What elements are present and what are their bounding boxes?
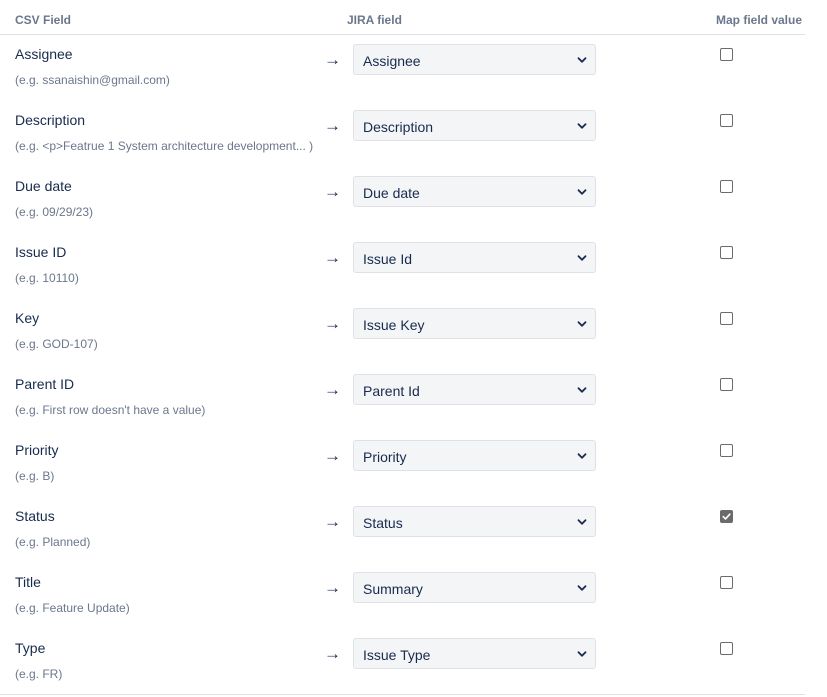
jira-field-select[interactable]: Priority [353, 440, 596, 471]
chevron-down-icon [577, 585, 587, 591]
mapping-row: Key (e.g. GOD-107) → Issue Key [0, 300, 805, 366]
jira-field-select[interactable]: Summary [353, 572, 596, 603]
checkmark-icon [722, 513, 731, 520]
csv-field-example: (e.g. GOD-107) [15, 337, 98, 351]
csv-field-name: Description [15, 112, 86, 128]
chevron-down-icon [577, 57, 587, 63]
right-arrow-icon: → [324, 380, 341, 399]
csv-field-example: (e.g. FR) [15, 667, 63, 681]
jira-field-selected-value: Parent Id [363, 383, 420, 399]
mapping-row: Status (e.g. Planned) → Status [0, 498, 805, 564]
jira-field-select[interactable]: Parent Id [353, 374, 596, 405]
jira-field-select[interactable]: Issue Key [353, 308, 596, 339]
jira-field-selected-value: Issue Id [363, 251, 413, 267]
map-field-value-checkbox[interactable] [720, 180, 733, 193]
jira-field-select[interactable]: Assignee [353, 44, 596, 75]
table-header: CSV Field JIRA field Map field value [0, 0, 805, 35]
csv-field-name: Due date [15, 178, 72, 194]
right-arrow-icon: → [324, 116, 341, 135]
jira-field-select[interactable]: Status [353, 506, 596, 537]
csv-field-name: Assignee [15, 46, 73, 62]
chevron-down-icon [577, 123, 587, 129]
csv-field-example: (e.g. Feature Update) [15, 601, 130, 615]
csv-field-name: Title [15, 574, 41, 590]
chevron-down-icon [577, 189, 587, 195]
csv-field-example: (e.g. B) [15, 469, 55, 483]
jira-field-selected-value: Summary [363, 581, 423, 597]
chevron-down-icon [577, 453, 587, 459]
csv-field-example: (e.g. 09/29/23) [15, 205, 94, 219]
jira-field-selected-value: Due date [363, 185, 420, 201]
right-arrow-icon: → [324, 314, 341, 333]
csv-field-name: Priority [15, 442, 59, 458]
mapping-row: Type (e.g. FR) → Issue Type [0, 630, 805, 696]
mapping-row: Parent ID (e.g. First row doesn't have a … [0, 366, 805, 432]
map-field-value-checkbox[interactable] [720, 642, 733, 655]
mapping-row: Issue ID (e.g. 10110) → Issue Id [0, 234, 805, 300]
csv-field-example: (e.g. <p>Featrue 1 System architecture d… [15, 139, 314, 153]
csv-field-name: Status [15, 508, 55, 524]
map-field-value-checkbox[interactable] [720, 378, 733, 391]
map-field-value-checkbox[interactable] [720, 576, 733, 589]
right-arrow-icon: → [324, 512, 341, 531]
map-field-value-checkbox[interactable] [720, 48, 733, 61]
jira-field-select[interactable]: Description [353, 110, 596, 141]
mapping-row: Title (e.g. Feature Update) → Summary [0, 564, 805, 630]
table-bottom-divider [0, 694, 805, 695]
csv-field-name: Issue ID [15, 244, 67, 260]
chevron-down-icon [577, 387, 587, 393]
jira-field-selected-value: Priority [363, 449, 407, 465]
map-field-value-checkbox[interactable] [720, 444, 733, 457]
right-arrow-icon: → [324, 446, 341, 465]
chevron-down-icon [577, 321, 587, 327]
mapping-row: Assignee (e.g. ssanaishin@gmail.com) → Assi… [0, 36, 805, 102]
csv-field-example: (e.g. Planned) [15, 535, 91, 549]
jira-field-select[interactable]: Issue Id [353, 242, 596, 273]
csv-field-column-header: CSV Field [15, 13, 72, 27]
csv-field-example: (e.g. ssanaishin@gmail.com) [15, 73, 170, 87]
right-arrow-icon: → [324, 644, 341, 663]
jira-field-selected-value: Issue Type [363, 647, 431, 663]
jira-field-select[interactable]: Issue Type [353, 638, 596, 669]
csv-field-name: Parent ID [15, 376, 75, 392]
right-arrow-icon: → [324, 50, 341, 69]
mapping-row: Due date (e.g. 09/29/23) → Due date [0, 168, 805, 234]
csv-field-name: Key [15, 310, 40, 326]
jira-field-selected-value: Assignee [363, 53, 421, 69]
chevron-down-icon [577, 519, 587, 525]
jira-field-selected-value: Issue Key [363, 317, 425, 333]
map-field-value-checkbox[interactable] [720, 246, 733, 259]
right-arrow-icon: → [324, 248, 341, 267]
map-field-value-checkbox[interactable] [720, 312, 733, 325]
map-field-value-checkbox[interactable] [720, 114, 733, 127]
jira-field-select[interactable]: Due date [353, 176, 596, 207]
csv-field-example: (e.g. 10110) [15, 271, 79, 285]
right-arrow-icon: → [324, 182, 341, 201]
csv-field-name: Type [15, 640, 46, 656]
jira-field-selected-value: Status [363, 515, 403, 531]
mapping-row: Priority (e.g. B) → Priority [0, 432, 805, 498]
right-arrow-icon: → [324, 578, 341, 597]
chevron-down-icon [577, 255, 587, 261]
map-field-value-checkbox[interactable] [720, 510, 733, 523]
map-field-value-column-header: Map field value [716, 13, 803, 27]
mapping-row: Description (e.g. <p>Featrue 1 System arc… [0, 102, 805, 168]
csv-field-example: (e.g. First row doesn't have a value) [15, 403, 206, 417]
jira-field-selected-value: Description [363, 119, 434, 135]
chevron-down-icon [577, 651, 587, 657]
jira-field-column-header: JIRA field [347, 13, 402, 27]
